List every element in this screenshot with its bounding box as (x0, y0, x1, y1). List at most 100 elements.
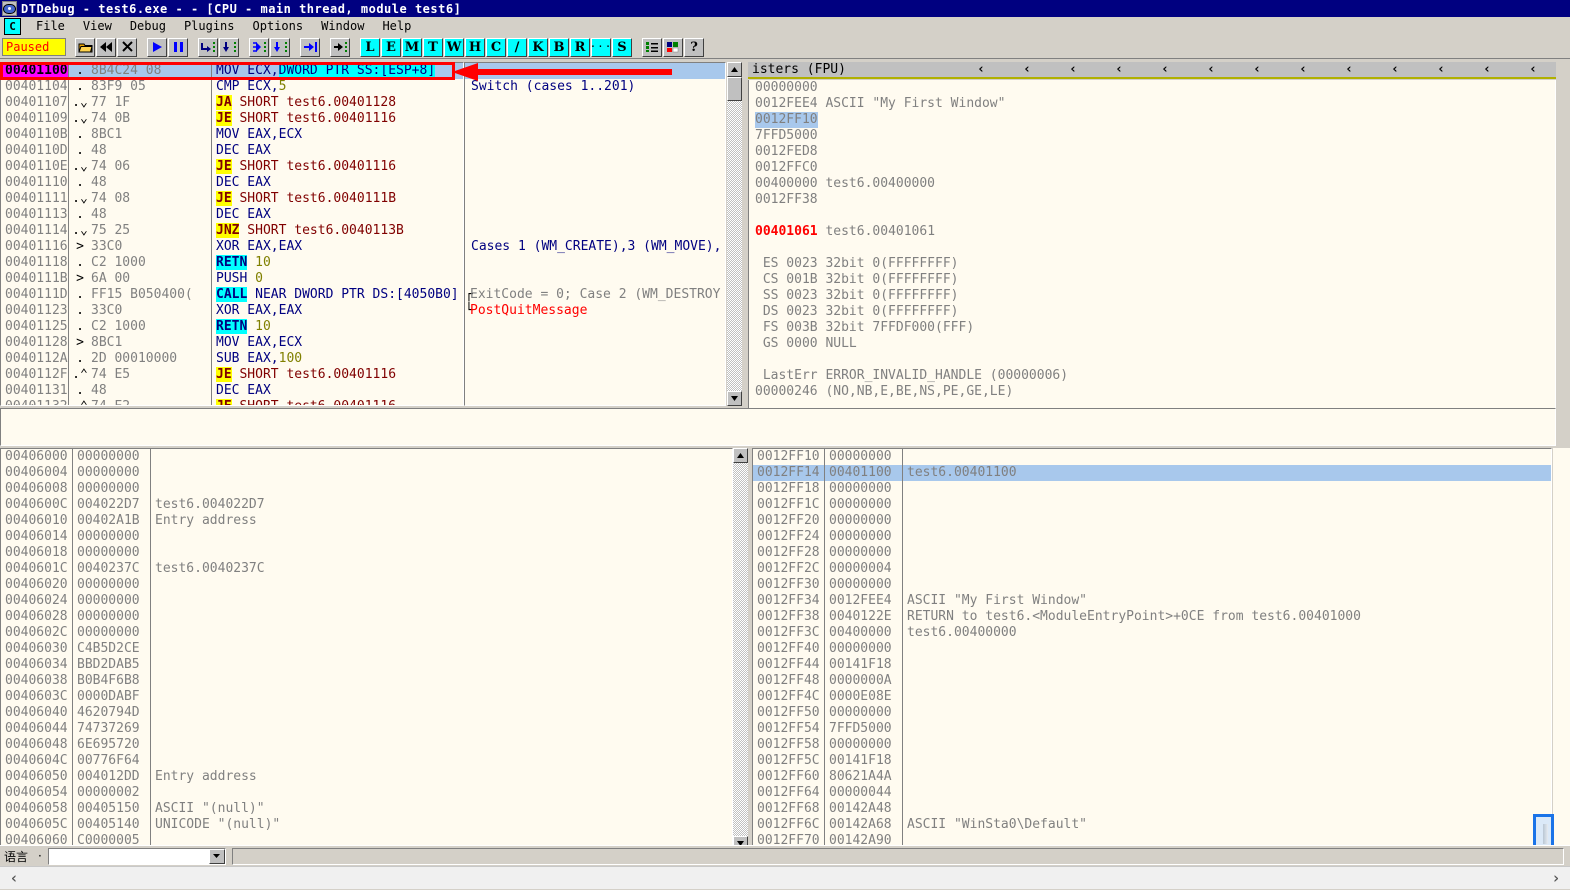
chevron-left-icon-3[interactable]: ‹ (1050, 62, 1096, 77)
dump-row[interactable]: 0040601800000000 (1, 545, 732, 561)
options-list-button[interactable] (642, 38, 662, 57)
comment-row[interactable] (465, 399, 725, 406)
dump-row[interactable]: 0040600800000000 (1, 481, 732, 497)
register-row[interactable] (755, 352, 1555, 368)
register-row[interactable]: 0012FF10 (755, 112, 1555, 128)
stack-row[interactable]: 0012FF2C00000004 (753, 561, 1551, 577)
disassembly-row[interactable]: 00401118.C2 1000RETN 10 (1, 255, 463, 271)
scroll-up-button[interactable] (727, 62, 742, 77)
comment-row[interactable] (465, 191, 725, 207)
dump-row[interactable]: 0040601C0040237Ctest6.0040237C (1, 561, 732, 577)
stack-row[interactable]: 0012FF2000000000 (753, 513, 1551, 529)
stack-row[interactable]: 0012FF4000000000 (753, 641, 1551, 657)
dump-row[interactable]: 0040605400000002 (1, 785, 732, 801)
dump-row[interactable]: 0040600400000000 (1, 465, 732, 481)
info-panel[interactable] (0, 408, 1556, 446)
registers-panel[interactable]: 000000000012FEE4 ASCII "My First Window"… (748, 80, 1556, 444)
disassembly-row[interactable]: 0040112F.⌃74 E5JE SHORT test6.00401116 (1, 367, 463, 383)
register-row[interactable]: 00000000 (755, 80, 1555, 96)
chevron-down-icon[interactable] (209, 849, 225, 864)
stack-scrollbar[interactable] (1553, 448, 1570, 851)
ime-indicator-icon[interactable]: 语言 (4, 848, 28, 865)
comment-row[interactable] (465, 351, 725, 367)
dump-row[interactable]: 0040602000000000 (1, 577, 732, 593)
disassembly-row[interactable]: 00401111.⌄74 08JE SHORT test6.0040111B (1, 191, 463, 207)
chevron-left-icon-6[interactable]: ‹ (1188, 62, 1234, 77)
dump-row[interactable]: 0040600C004022D7test6.004022D7 (1, 497, 732, 513)
stack-row[interactable]: 0012FF4400141F18 (753, 657, 1551, 673)
disassembly-row[interactable]: 0040110E.⌄74 06JE SHORT test6.00401116 (1, 159, 463, 175)
disassembly-row[interactable]: 00401104.83F9 05CMP ECX,5 (1, 79, 463, 95)
disassembly-row[interactable]: 00401128>8BC1MOV EAX,ECX (1, 335, 463, 351)
windows-button[interactable]: W (444, 38, 464, 57)
app-eye-icon[interactable] (2, 1, 17, 16)
dump-row[interactable]: 0040601000402A1BEntry address (1, 513, 732, 529)
chevron-left-icon-9[interactable]: ‹ (1326, 62, 1372, 77)
log-window-button[interactable]: L (360, 38, 380, 57)
stack-row[interactable]: 0012FF6400000044 (753, 785, 1551, 801)
dump-row[interactable]: 004060404620794D (1, 705, 732, 721)
dump-row[interactable]: 00406034BBD2DAB5 (1, 657, 732, 673)
step-over-button[interactable] (219, 38, 239, 57)
stack-row[interactable]: 0012FF547FFD5000 (753, 721, 1551, 737)
open-file-button[interactable] (75, 38, 95, 57)
stack-panel[interactable]: 0012FF10000000000012FF1400401100test6.00… (752, 448, 1552, 851)
close-button[interactable] (117, 38, 137, 57)
disassembly-row[interactable]: 00401116>33C0XOR EAX,EAX (1, 239, 463, 255)
register-row[interactable]: DS 0023 32bit 0(FFFFFFFF) (755, 304, 1555, 320)
stack-row[interactable]: 0012FF6080621A4A (753, 769, 1551, 785)
dump-row[interactable]: 00406038B0B4F6B8 (1, 673, 732, 689)
chevron-left-icon-5[interactable]: ‹ (1142, 62, 1188, 77)
disassembly-row[interactable]: 00401114.⌄75 25JNZ SHORT test6.0040113B (1, 223, 463, 239)
comments-panel[interactable]: Switch (cases 1..201)Cases 1 (WM_CREATE)… (464, 62, 726, 406)
run-button[interactable] (147, 38, 167, 57)
dump-row[interactable]: 0040605C00405140UNICODE "(null)" (1, 817, 732, 833)
comment-row[interactable] (465, 143, 725, 159)
pause-button[interactable] (168, 38, 188, 57)
comment-row[interactable] (465, 127, 725, 143)
back-chevron-icon[interactable]: ‹ (0, 867, 28, 890)
stack-row[interactable]: 0012FF2800000000 (753, 545, 1551, 561)
memory-dump-panel[interactable]: 0040600000000000004060040000000000406008… (0, 448, 733, 851)
stack-row[interactable]: 0012FF4C0000E08E (753, 689, 1551, 705)
comment-row[interactable] (465, 95, 725, 111)
stack-row[interactable]: 0012FF3C00400000test6.00400000 (753, 625, 1551, 641)
dump-row[interactable]: 00406030C4B5D2CE (1, 641, 732, 657)
comment-row[interactable] (465, 223, 725, 239)
execute-till-cursor-button[interactable] (330, 38, 350, 57)
stack-row[interactable]: 0012FF380040122ERETURN to test6.<ModuleE… (753, 609, 1551, 625)
execute-till-return-button[interactable] (300, 38, 320, 57)
disassembly-row[interactable]: 0040110D.48DEC EAX (1, 143, 463, 159)
chevron-left-icon-11[interactable]: ‹ (1418, 62, 1464, 77)
register-row[interactable]: ES 0023 32bit 0(FFFFFFFF) (755, 256, 1555, 272)
stack-row[interactable]: 0012FF340012FEE4ASCII "My First Window" (753, 593, 1551, 609)
disassembly-row[interactable]: 00401107.⌄77 1FJA SHORT test6.00401128 (1, 95, 463, 111)
comment-row[interactable]: ┌ExitCode = 0; Case 2 (WM_DESTROY (465, 287, 725, 303)
disassembly-row[interactable]: 00401110.48DEC EAX (1, 175, 463, 191)
comment-row[interactable] (465, 111, 725, 127)
comment-row[interactable] (465, 255, 725, 271)
comment-row[interactable] (465, 335, 725, 351)
stack-row[interactable]: 0012FF2400000000 (753, 529, 1551, 545)
chevron-left-icon-13[interactable]: ‹ (1510, 62, 1556, 77)
comment-row[interactable]: Switch (cases 1..201) (465, 79, 725, 95)
trace-into-button[interactable] (249, 38, 269, 57)
chevron-left-icon-7[interactable]: ‹ (1234, 62, 1280, 77)
disassembly-row[interactable]: 0040110B.8BC1MOV EAX,ECX (1, 127, 463, 143)
memory-map-button[interactable]: M (402, 38, 422, 57)
register-row[interactable]: 0012FF38 (755, 192, 1555, 208)
chevron-left-icon-8[interactable]: ‹ (1280, 62, 1326, 77)
disassembly-row[interactable]: 00401125.C2 1000RETN 10 (1, 319, 463, 335)
stack-row[interactable]: 0012FF6C00142A68ASCII "WinSta0\Default" (753, 817, 1551, 833)
forward-chevron-icon[interactable]: › (1542, 867, 1570, 890)
handles-button[interactable]: H (465, 38, 485, 57)
step-into-button[interactable] (198, 38, 218, 57)
register-row[interactable]: 00400000 test6.00400000 (755, 176, 1555, 192)
menu-item-help[interactable]: Help (373, 18, 420, 34)
dump-row[interactable]: 0040604C00776F64 (1, 753, 732, 769)
chevron-left-icon-10[interactable]: ‹ (1372, 62, 1418, 77)
references-button[interactable]: R (570, 38, 590, 57)
register-row[interactable]: 0012FEE4 ASCII "My First Window" (755, 96, 1555, 112)
menu-item-options[interactable]: Options (244, 18, 313, 34)
comment-row[interactable] (465, 63, 725, 79)
